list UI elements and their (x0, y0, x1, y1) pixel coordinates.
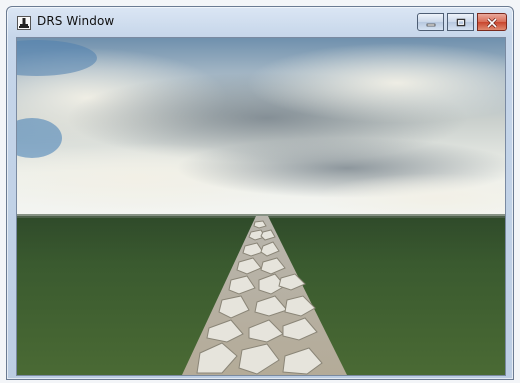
title-bar[interactable]: DRS Window (7, 7, 513, 37)
minimize-icon (425, 13, 437, 32)
drs-window: DRS Window (6, 6, 514, 380)
close-button[interactable] (477, 13, 507, 31)
render-viewport[interactable] (16, 37, 506, 376)
minimize-button[interactable] (417, 13, 444, 31)
maximize-icon (455, 13, 467, 32)
close-icon (486, 13, 498, 32)
maximize-button[interactable] (447, 13, 474, 31)
window-title: DRS Window (37, 14, 115, 28)
joystick-icon (17, 15, 31, 30)
